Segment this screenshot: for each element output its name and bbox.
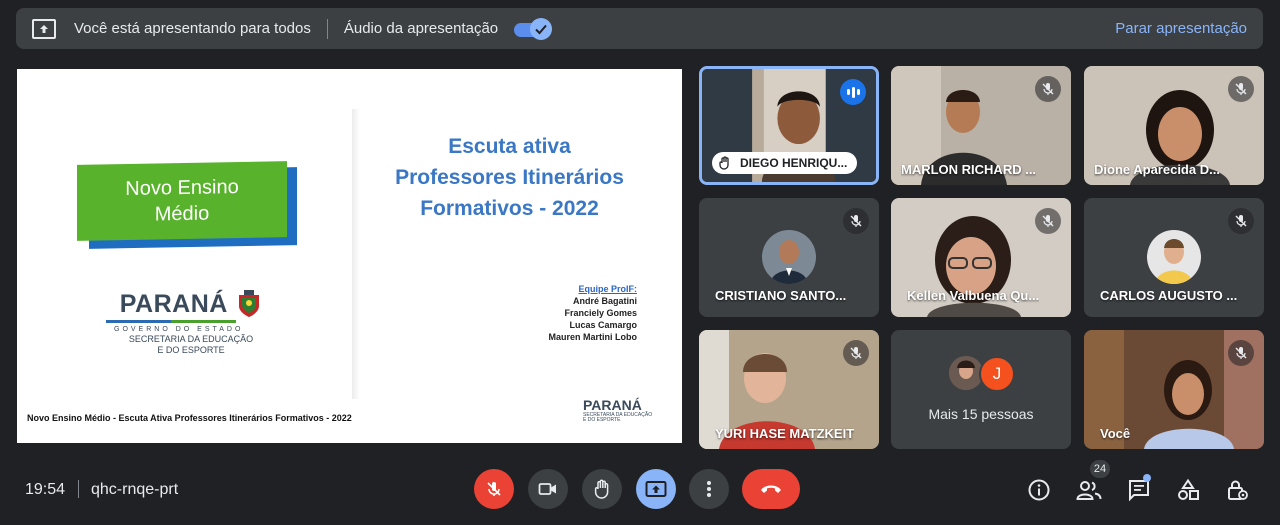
team-member: Mauren Martini Lobo bbox=[548, 332, 638, 342]
people-count-badge: 24 bbox=[1090, 460, 1110, 478]
mic-off-icon bbox=[1228, 208, 1254, 234]
mic-off-icon bbox=[1035, 76, 1061, 102]
stop-presenting-button[interactable]: Parar apresentação bbox=[1115, 20, 1247, 37]
participant-name: Kellen Valbuena Qu... bbox=[907, 288, 1040, 303]
more-options-button[interactable] bbox=[689, 469, 729, 509]
avatar bbox=[1147, 230, 1201, 284]
raise-hand-button[interactable] bbox=[582, 469, 622, 509]
participant-tile[interactable]: Dione Aparecida D... bbox=[1084, 66, 1264, 185]
camera-icon bbox=[538, 483, 556, 495]
banner-divider bbox=[326, 18, 328, 39]
presenting-text: Você está apresentando para todos bbox=[74, 20, 311, 37]
participant-tile[interactable]: CRISTIANO SANTO... bbox=[699, 198, 879, 317]
participant-tile[interactable]: DIEGO HENRIQU... bbox=[699, 66, 879, 185]
novo-ensino-badge: Novo Ensino Médio bbox=[77, 161, 287, 241]
team-member: Lucas Camargo bbox=[569, 320, 637, 330]
participant-name: MARLON RICHARD ... bbox=[901, 162, 1037, 177]
more-participants-label: Mais 15 pessoas bbox=[928, 406, 1034, 422]
slide-footer: Novo Ensino Médio - Escuta Ativa Profess… bbox=[27, 413, 352, 423]
logo-gov: GOVERNO DO ESTADO bbox=[114, 326, 244, 333]
bottom-bar: 19:54 qhc-rnqe-prt 24 bbox=[0, 455, 1280, 525]
check-icon bbox=[530, 17, 553, 40]
presenting-banner: Você está apresentando para todos Áudio … bbox=[16, 8, 1263, 49]
slide-title-line: Escuta ativa bbox=[448, 135, 571, 158]
self-tile[interactable]: Você bbox=[1084, 330, 1264, 449]
clock: 19:54 bbox=[25, 481, 66, 498]
team-member: Franciely Gomes bbox=[564, 308, 637, 318]
hand-raised-icon bbox=[719, 156, 729, 170]
participant-tile[interactable]: CARLOS AUGUSTO ... bbox=[1084, 198, 1264, 317]
slide-divider bbox=[352, 109, 360, 399]
meeting-details-button[interactable] bbox=[1026, 477, 1052, 503]
participant-name: CRISTIANO SANTO... bbox=[715, 288, 847, 303]
present-now-icon bbox=[645, 481, 667, 497]
participant-name-pill: DIEGO HENRIQU... bbox=[712, 152, 858, 174]
slide-title-line: Formativos - 2022 bbox=[420, 197, 599, 220]
more-vert-icon bbox=[707, 481, 711, 497]
participant-tile[interactable]: Kellen Valbuena Qu... bbox=[891, 198, 1071, 317]
present-now-button[interactable] bbox=[636, 469, 676, 509]
avatar-initial: J bbox=[979, 356, 1015, 392]
audio-toggle[interactable] bbox=[514, 17, 553, 40]
participant-name: DIEGO HENRIQU... bbox=[740, 156, 848, 170]
slide-title-line: Professores Itinerários bbox=[395, 166, 624, 189]
slide-title: Escuta ativa Professores Itinerários For… bbox=[377, 131, 642, 224]
leave-call-button[interactable] bbox=[742, 469, 800, 509]
participant-name: YURI HASE MATZKEIT bbox=[715, 426, 855, 441]
mic-off-icon bbox=[843, 208, 869, 234]
logo-underline bbox=[106, 320, 236, 323]
info-icon bbox=[1028, 479, 1050, 501]
avatar bbox=[762, 230, 816, 284]
mini-parana-logo: PARANÁ SECRETARIA DA EDUCAÇÃO E DO ESPOR… bbox=[583, 397, 663, 423]
mic-off-icon bbox=[1035, 208, 1061, 234]
team-heading: Equipe ProIF: bbox=[578, 284, 638, 294]
parana-logo: PARANÁ GOVERNO DO ESTADO SECRETARIA DA E… bbox=[106, 289, 276, 355]
logo-sec-line2: E DO ESPORTE bbox=[157, 345, 225, 355]
people-button[interactable] bbox=[1076, 477, 1102, 503]
participant-name: Dione Aparecida D... bbox=[1094, 162, 1220, 177]
chat-notification-dot bbox=[1143, 474, 1151, 482]
more-participants-tile[interactable]: J Mais 15 pessoas bbox=[891, 330, 1071, 449]
speaking-indicator bbox=[840, 79, 866, 105]
audio-label: Áudio da apresentação bbox=[343, 20, 499, 37]
team-member: André Bagatini bbox=[572, 296, 637, 306]
mini-logo-sub2: E DO ESPORTE bbox=[583, 417, 621, 423]
mini-logo-text: PARANÁ bbox=[583, 397, 642, 413]
bottom-divider bbox=[78, 480, 79, 498]
hang-up-icon bbox=[761, 485, 781, 493]
host-controls-button[interactable] bbox=[1224, 477, 1250, 503]
participant-name: Você bbox=[1100, 426, 1131, 441]
mic-off-icon bbox=[1228, 340, 1254, 366]
mic-off-icon bbox=[843, 340, 869, 366]
participant-tile[interactable]: YURI HASE MATZKEIT bbox=[699, 330, 879, 449]
participant-name: CARLOS AUGUSTO ... bbox=[1100, 288, 1238, 303]
activities-button[interactable] bbox=[1175, 477, 1201, 503]
hand-icon bbox=[594, 479, 609, 499]
mic-off-icon bbox=[1228, 76, 1254, 102]
camera-toggle-button[interactable] bbox=[528, 469, 568, 509]
participant-tile[interactable]: MARLON RICHARD ... bbox=[891, 66, 1071, 185]
host-controls-icon bbox=[1228, 480, 1248, 500]
mic-toggle-button[interactable] bbox=[474, 469, 514, 509]
meeting-code: qhc-rnqe-prt bbox=[91, 481, 179, 498]
people-icon bbox=[1076, 481, 1102, 500]
team-list: Equipe ProIF: André Bagatini Franciely G… bbox=[507, 283, 638, 343]
present-icon bbox=[32, 18, 56, 39]
avatar bbox=[949, 356, 983, 390]
activities-icon bbox=[1178, 478, 1199, 500]
crest-icon bbox=[239, 290, 260, 317]
presented-slide: Novo Ensino Médio PARANÁ GOVERNO DO ESTA… bbox=[17, 69, 682, 443]
parana-logo-text: PARANÁ bbox=[119, 289, 228, 318]
logo-sec-line1: SECRETARIA DA EDUCAÇÃO bbox=[128, 334, 254, 344]
mic-off-icon bbox=[487, 482, 501, 496]
more-avatars: J bbox=[949, 356, 1021, 392]
